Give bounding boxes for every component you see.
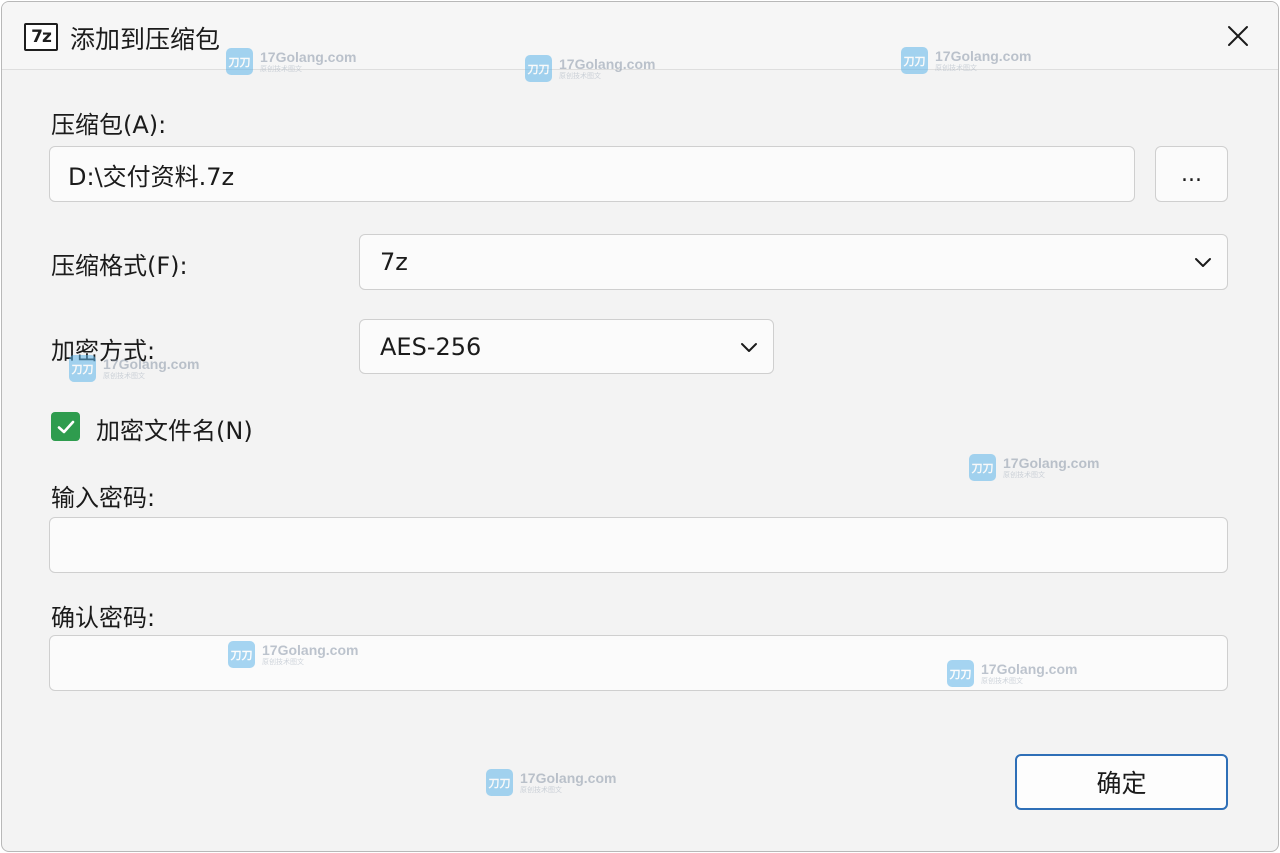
archive-path-input[interactable]: D:\交付资料.7z: [49, 146, 1135, 202]
chevron-down-icon: [1195, 258, 1211, 267]
watermark-name: 17Golang.com: [1003, 455, 1100, 471]
chevron-down-icon: [741, 342, 757, 352]
encryption-dropdown[interactable]: AES-256: [359, 319, 774, 374]
password-label: 输入密码:: [51, 484, 156, 512]
watermark: 刀刀 17Golang.com 原创技术图文: [486, 769, 616, 796]
close-button[interactable]: [1210, 14, 1266, 58]
confirm-password-label: 确认密码:: [51, 604, 156, 632]
encryption-label: 加密方式:: [51, 337, 156, 365]
watermark-subtitle: 原创技术图文: [520, 786, 562, 794]
watermark: 刀刀 17Golang.com 原创技术图文: [969, 454, 1099, 481]
format-selected-value: 7z: [380, 248, 408, 276]
format-dropdown[interactable]: 7z: [359, 234, 1228, 290]
7zip-app-icon: 7z: [24, 23, 58, 51]
checkmark-icon: [57, 420, 74, 433]
format-label: 压缩格式(F):: [51, 252, 188, 280]
archive-label: 压缩包(A):: [51, 111, 167, 139]
add-to-archive-dialog: 7z 添加到压缩包 压缩包(A): D:\交付资料.7z ... 压缩格式(F)…: [1, 1, 1279, 852]
watermark-subtitle: 原创技术图文: [103, 372, 145, 380]
ok-button-label: 确定: [1096, 769, 1147, 798]
watermark-name: 17Golang.com: [520, 770, 617, 786]
window-title: 添加到压缩包: [70, 25, 221, 54]
watermark-subtitle: 原创技术图文: [1003, 471, 1045, 479]
password-input[interactable]: [49, 517, 1228, 573]
archive-path-value: D:\交付资料.7z: [68, 162, 235, 191]
app-icon-text: 7z: [31, 27, 52, 47]
title-bar: 7z 添加到压缩包: [2, 2, 1278, 70]
encrypt-filenames-label: 加密文件名(N): [96, 417, 253, 445]
watermark-logo: 刀刀: [969, 454, 996, 481]
confirm-password-input[interactable]: [49, 635, 1228, 691]
watermark-subtitle: 原创技术图文: [559, 72, 601, 80]
browse-button[interactable]: ...: [1155, 146, 1228, 202]
browse-button-label: ...: [1181, 161, 1202, 187]
watermark-logo: 刀刀: [486, 769, 513, 796]
encryption-selected-value: AES-256: [380, 332, 482, 361]
ok-button[interactable]: 确定: [1015, 754, 1228, 810]
close-icon: [1228, 26, 1248, 46]
encrypt-filenames-checkbox[interactable]: [51, 412, 80, 441]
